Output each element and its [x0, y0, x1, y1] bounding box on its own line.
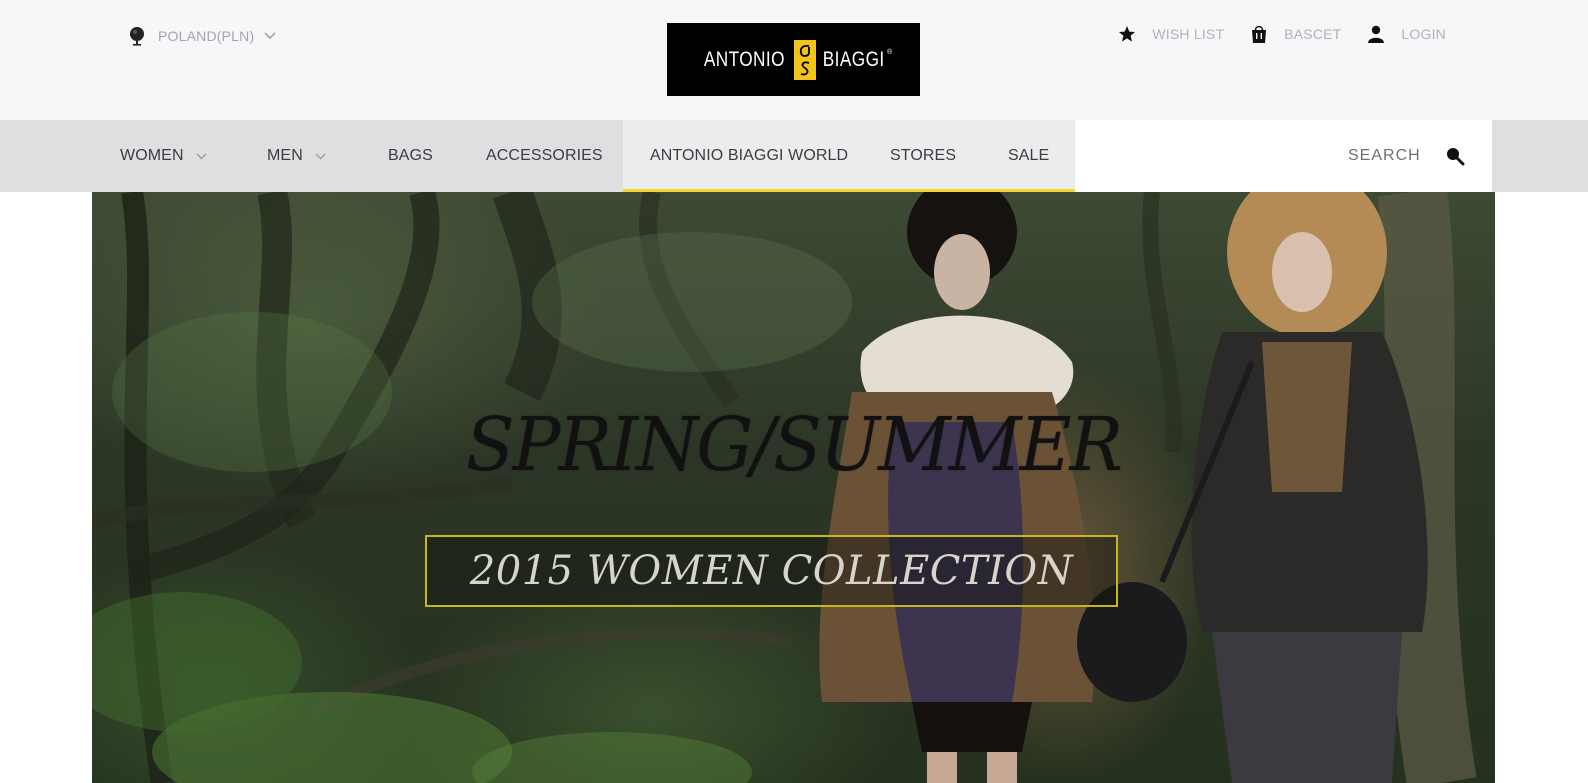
logo-word-right: BIAGGI	[822, 47, 885, 71]
chevron-down-icon	[315, 153, 326, 159]
hero-banner[interactable]: SPRING/SUMMER 2015 WOMEN COLLECTION	[92, 192, 1495, 783]
search-label: SEARCH	[1348, 147, 1421, 164]
brand-logo[interactable]: ANTONIO BIAGGI ®	[667, 23, 920, 96]
nav-right-panel	[1492, 120, 1588, 192]
basket-label: BASCET	[1284, 26, 1342, 42]
star-icon	[1119, 26, 1136, 42]
nav-item-men[interactable]: MEN	[267, 120, 326, 192]
user-icon	[1368, 25, 1385, 43]
main-nav: WOMEN MEN BAGS ACCESSORIES ANTONIO BIAGG…	[0, 120, 1588, 192]
nav-item-women[interactable]: WOMEN	[120, 120, 207, 192]
logo-word-left: ANTONIO	[703, 47, 785, 71]
login-link[interactable]: LOGIN	[1367, 25, 1446, 43]
region-label: POLAND(PLN)	[158, 28, 255, 44]
logo-monogram	[793, 39, 816, 80]
nav-item-accessories[interactable]: ACCESSORIES	[486, 120, 603, 192]
nav-item-label: WOMEN	[120, 147, 184, 164]
logo-registered-mark: ®	[886, 49, 893, 56]
wishlist-link[interactable]: WISH LIST	[1118, 25, 1224, 43]
nav-item-bags[interactable]: BAGS	[388, 120, 433, 192]
search-icon	[1446, 148, 1465, 166]
basket-icon	[1252, 25, 1267, 43]
nav-item-label: ACCESSORIES	[486, 147, 603, 164]
collection-cta[interactable]: 2015 WOMEN COLLECTION	[425, 535, 1118, 607]
search-button[interactable]: SEARCH	[1348, 120, 1465, 192]
nav-item-sale[interactable]: SALE	[1008, 120, 1049, 192]
chevron-down-icon	[264, 32, 276, 40]
nav-item-label: STORES	[890, 147, 957, 164]
hero-title: SPRING/SUMMER	[465, 402, 1123, 488]
globe-icon	[130, 27, 144, 46]
nav-item-label: ANTONIO BIAGGI WORLD	[650, 147, 849, 164]
nav-item-stores[interactable]: STORES	[890, 120, 956, 192]
wishlist-label: WISH LIST	[1152, 26, 1225, 42]
basket-link[interactable]: BASCET	[1250, 24, 1341, 44]
login-label: LOGIN	[1401, 26, 1446, 42]
nav-item-antonio-biaggi-world[interactable]: ANTONIO BIAGGI WORLD	[650, 120, 848, 192]
top-bar: POLAND(PLN) ANTONIO BIAGGI ® WISH LIST B…	[0, 0, 1588, 120]
nav-item-label: SALE	[1008, 147, 1050, 164]
utility-links: WISH LIST BASCET LOGIN	[1092, 24, 1446, 44]
region-selector[interactable]: POLAND(PLN)	[128, 26, 276, 46]
hero-subtitle: 2015 WOMEN COLLECTION	[469, 548, 1074, 594]
nav-item-label: MEN	[267, 147, 303, 164]
monogram-icon	[799, 44, 810, 75]
chevron-down-icon	[196, 153, 207, 159]
nav-item-label: BAGS	[388, 147, 433, 164]
